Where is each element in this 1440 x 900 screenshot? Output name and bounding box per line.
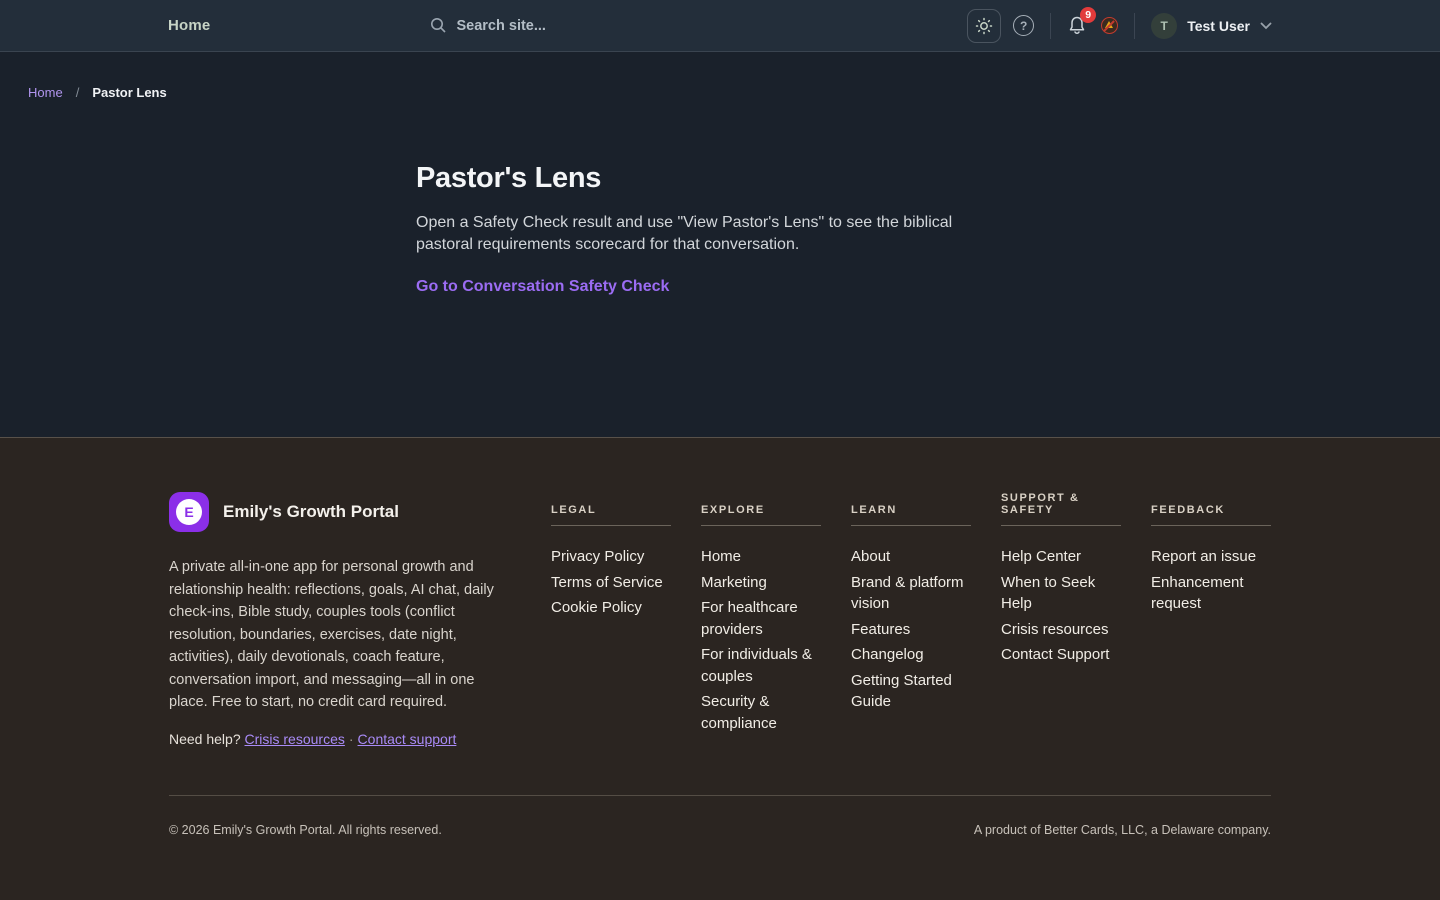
footer-link-when-to-seek-help[interactable]: When to Seek Help	[1001, 572, 1121, 615]
notification-count-badge: 9	[1080, 7, 1096, 23]
page-content: Pastor's Lens Open a Safety Check result…	[416, 162, 1024, 296]
brand-logo-icon: E	[169, 492, 209, 532]
footer-column-heading: LEARN	[851, 492, 971, 526]
theme-toggle-button[interactable]	[967, 9, 1001, 43]
brand-name: Emily's Growth Portal	[223, 502, 399, 522]
page-title: Pastor's Lens	[416, 162, 1024, 195]
footer-link-brand-platform-vision[interactable]: Brand & platform vision	[851, 572, 971, 615]
footer-column-heading: FEEDBACK	[1151, 492, 1271, 526]
footer-link-privacy-policy[interactable]: Privacy Policy	[551, 546, 644, 568]
muted-alert-icon[interactable]	[1101, 17, 1118, 34]
footer-link-report-issue[interactable]: Report an issue	[1151, 546, 1256, 568]
chevron-down-icon	[1260, 22, 1272, 30]
breadcrumb: Home / Pastor Lens	[0, 52, 1440, 100]
user-name: Test User	[1187, 18, 1250, 34]
breadcrumb-separator: /	[76, 85, 80, 100]
footer-link-crisis-resources[interactable]: Crisis resources	[1001, 619, 1109, 641]
footer-link-changelog[interactable]: Changelog	[851, 644, 924, 666]
footer-link-individuals-couples[interactable]: For individuals & couples	[701, 644, 821, 687]
page-description: Open a Safety Check result and use "View…	[416, 212, 1012, 256]
link-separator: ·	[349, 731, 354, 747]
footer-column-feedback: FEEDBACK Report an issue Enhancement req…	[1151, 492, 1271, 747]
search-input[interactable]	[456, 18, 656, 34]
breadcrumb-current: Pastor Lens	[92, 85, 166, 100]
nav-home-link[interactable]: Home	[168, 17, 210, 34]
footer-link-healthcare-providers[interactable]: For healthcare providers	[701, 597, 821, 640]
crisis-resources-link[interactable]: Crisis resources	[245, 731, 345, 747]
search-icon	[430, 17, 447, 34]
footer-link-contact-support[interactable]: Contact Support	[1001, 644, 1109, 666]
avatar: T	[1151, 13, 1177, 39]
footer-link-enhancement-request[interactable]: Enhancement request	[1151, 572, 1271, 615]
need-help-line: Need help? Crisis resources·Contact supp…	[169, 731, 521, 747]
brand-description: A private all-in-one app for personal gr…	[169, 556, 503, 714]
footer-brand: E Emily's Growth Portal A private all-in…	[169, 492, 521, 747]
contact-support-link[interactable]: Contact support	[358, 731, 457, 747]
nav-divider	[1134, 13, 1135, 39]
footer-column-learn: LEARN About Brand & platform vision Feat…	[851, 492, 971, 747]
site-footer: E Emily's Growth Portal A private all-in…	[0, 437, 1440, 900]
footer-column-explore: EXPLORE Home Marketing For healthcare pr…	[701, 492, 821, 747]
question-circle-icon: ?	[1013, 15, 1034, 36]
footer-column-heading: SUPPORT & SAFETY	[1001, 492, 1121, 526]
user-menu[interactable]: T Test User	[1151, 13, 1272, 39]
footer-link-security-compliance[interactable]: Security & compliance	[701, 691, 821, 734]
footer-link-home[interactable]: Home	[701, 546, 741, 568]
footer-column-support-safety: SUPPORT & SAFETY Help Center When to See…	[1001, 492, 1121, 747]
main-section: Home / Pastor Lens Pastor's Lens Open a …	[0, 52, 1440, 437]
footer-link-getting-started-guide[interactable]: Getting Started Guide	[851, 670, 971, 713]
breadcrumb-home-link[interactable]: Home	[28, 85, 63, 100]
footer-link-cookie-policy[interactable]: Cookie Policy	[551, 597, 642, 619]
go-to-safety-check-link[interactable]: Go to Conversation Safety Check	[416, 278, 669, 296]
top-navigation-bar: Home	[0, 0, 1440, 52]
notifications-button[interactable]: 9	[1067, 15, 1087, 36]
copyright-text: © 2026 Emily's Growth Portal. All rights…	[169, 823, 442, 837]
nav-divider	[1050, 13, 1051, 39]
product-note: A product of Better Cards, LLC, a Delawa…	[974, 823, 1271, 837]
footer-column-legal: LEGAL Privacy Policy Terms of Service Co…	[551, 492, 671, 747]
help-button[interactable]: ?	[1013, 15, 1034, 36]
footer-link-help-center[interactable]: Help Center	[1001, 546, 1081, 568]
footer-bottom-bar: © 2026 Emily's Growth Portal. All rights…	[169, 795, 1271, 867]
site-search[interactable]	[430, 17, 656, 34]
footer-column-heading: EXPLORE	[701, 492, 821, 526]
footer-link-marketing[interactable]: Marketing	[701, 572, 767, 594]
footer-link-terms-of-service[interactable]: Terms of Service	[551, 572, 663, 594]
sun-icon	[975, 17, 993, 35]
footer-column-heading: LEGAL	[551, 492, 671, 526]
footer-link-about[interactable]: About	[851, 546, 890, 568]
need-help-label: Need help?	[169, 731, 241, 747]
footer-link-features[interactable]: Features	[851, 619, 910, 641]
